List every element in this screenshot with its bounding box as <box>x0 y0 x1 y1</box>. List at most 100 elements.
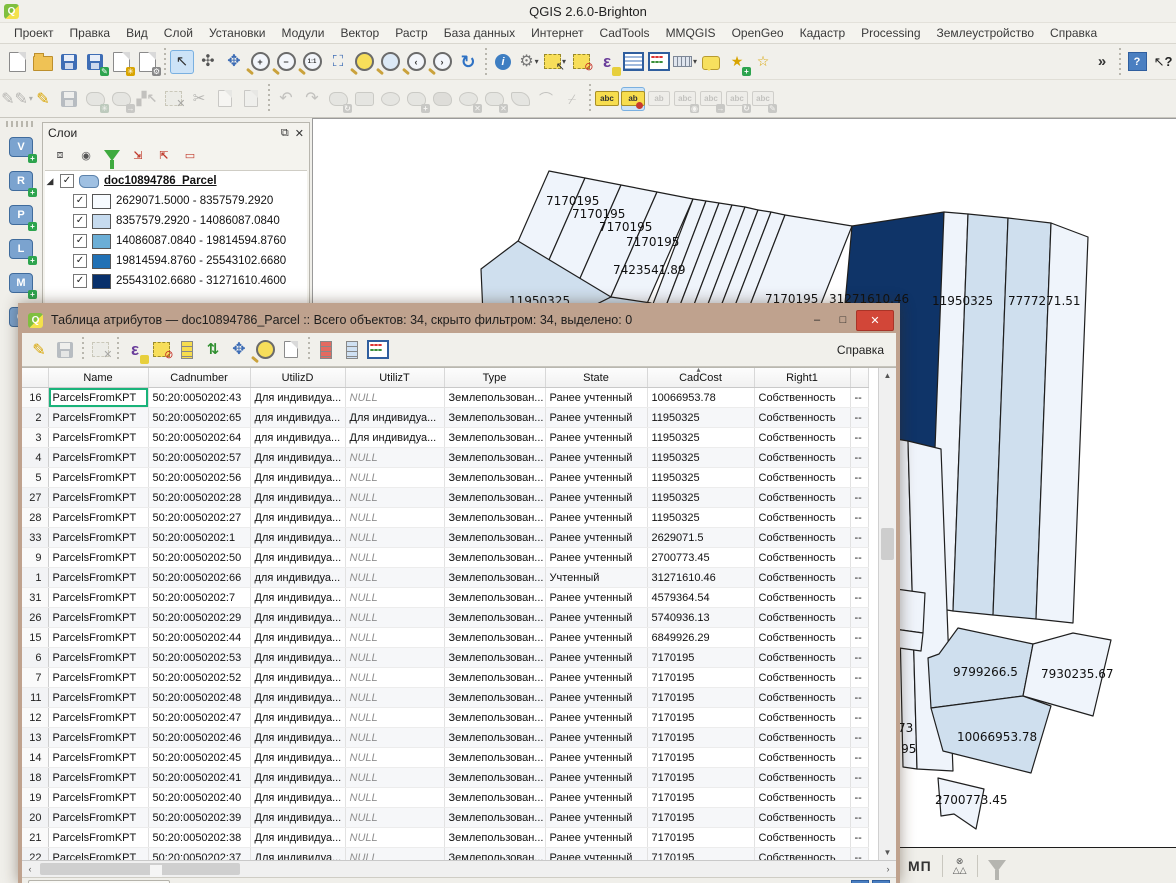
cell-num[interactable]: 2 <box>22 408 48 428</box>
cell-num[interactable]: 12 <box>22 708 48 728</box>
layer-name[interactable]: doc10894786_Parcel <box>104 175 217 187</box>
cell-utilizd[interactable]: Для индивидуа... <box>250 548 345 568</box>
cell-right1[interactable]: Собственность <box>754 508 850 528</box>
cell-type[interactable]: Землепользован... <box>444 448 545 468</box>
cell-state[interactable]: Ранее учтенный <box>545 388 647 408</box>
cell-name[interactable]: ParcelsFromKPT <box>48 668 148 688</box>
legend-class-item[interactable]: ✓25543102.6680 - 31271610.4600 <box>45 271 307 291</box>
cell-right1[interactable]: Собственность <box>754 388 850 408</box>
cell-state[interactable]: Ранее учтенный <box>545 728 647 748</box>
close-panel-icon[interactable]: ✕ <box>295 127 304 140</box>
cell-num[interactable]: 7 <box>22 668 48 688</box>
menu-слой[interactable]: Слой <box>156 24 201 42</box>
table-row[interactable]: 14ParcelsFromKPT50:20:0050202:45Для инди… <box>22 748 868 768</box>
cell-ovf[interactable]: -- <box>850 688 868 708</box>
cell-cad[interactable]: 50:20:0050202:66 <box>148 568 250 588</box>
cell-right1[interactable]: Собственность <box>754 768 850 788</box>
table-row[interactable]: 7ParcelsFromKPT50:20:0050202:52Для индив… <box>22 668 868 688</box>
horizontal-scrollbar[interactable]: ‹ › <box>22 860 896 877</box>
cell-cad[interactable]: 50:20:0050202:40 <box>148 788 250 808</box>
cell-cadcost[interactable]: 11950325 <box>647 448 754 468</box>
cell-state[interactable]: Ранее учтенный <box>545 648 647 668</box>
pin-labels-icon[interactable]: ab <box>621 87 645 111</box>
cell-type[interactable]: Землепользован... <box>444 768 545 788</box>
cell-cadcost[interactable]: 7170195 <box>647 748 754 768</box>
cell-right1[interactable]: Собственность <box>754 728 850 748</box>
copy-rows-icon[interactable] <box>279 338 303 362</box>
column-header-type[interactable]: Type <box>444 368 545 388</box>
cell-ovf[interactable]: -- <box>850 728 868 748</box>
cell-cadcost[interactable]: 6849926.29 <box>647 628 754 648</box>
cell-name[interactable]: ParcelsFromKPT <box>48 508 148 528</box>
cell-state[interactable]: Ранее учтенный <box>545 688 647 708</box>
class-checkbox[interactable]: ✓ <box>73 214 87 228</box>
cell-cadcost[interactable]: 11950325 <box>647 468 754 488</box>
cell-utilizd[interactable]: Для индивидуа... <box>250 508 345 528</box>
menu-справка[interactable]: Справка <box>1042 24 1105 42</box>
cell-cad[interactable]: 50:20:0050202:37 <box>148 848 250 861</box>
cell-utilizd[interactable]: Для индивидуа... <box>250 688 345 708</box>
cell-name[interactable]: ParcelsFromKPT <box>48 488 148 508</box>
cell-state[interactable]: Ранее учтенный <box>545 668 647 688</box>
menu-mmqgis[interactable]: MMQGIS <box>658 24 724 42</box>
zoom-next-icon[interactable]: › <box>430 50 454 74</box>
add-raster-layer-icon[interactable]: R+ <box>7 167 35 195</box>
mp-plugin-button[interactable]: МП <box>908 858 932 874</box>
filter-legend-icon[interactable] <box>103 146 121 164</box>
cell-cadcost[interactable]: 7170195 <box>647 768 754 788</box>
cell-utilizt[interactable]: NULL <box>345 708 444 728</box>
cell-num[interactable]: 1 <box>22 568 48 588</box>
cell-name[interactable]: ParcelsFromKPT <box>48 768 148 788</box>
cell-cad[interactable]: 50:20:0050202:41 <box>148 768 250 788</box>
table-row[interactable]: 16ParcelsFromKPT50:20:0050202:43Для инди… <box>22 388 868 408</box>
table-row[interactable]: 33ParcelsFromKPT50:20:0050202:1Для индив… <box>22 528 868 548</box>
cell-right1[interactable]: Собственность <box>754 848 850 861</box>
cell-ovf[interactable]: -- <box>850 568 868 588</box>
cell-right1[interactable]: Собственность <box>754 588 850 608</box>
cell-state[interactable]: Ранее учтенный <box>545 508 647 528</box>
select-features-icon[interactable]: ↖ <box>543 50 567 74</box>
cell-name[interactable]: ParcelsFromKPT <box>48 528 148 548</box>
cell-num[interactable]: 20 <box>22 808 48 828</box>
cell-cadcost[interactable]: 7170195 <box>647 828 754 848</box>
cell-name[interactable]: ParcelsFromKPT <box>48 408 148 428</box>
cell-utilizt[interactable]: NULL <box>345 848 444 861</box>
cell-name[interactable]: ParcelsFromKPT <box>48 688 148 708</box>
table-row[interactable]: 1ParcelsFromKPT50:20:0050202:66для индив… <box>22 568 868 588</box>
cell-ovf[interactable]: -- <box>850 668 868 688</box>
cell-num[interactable]: 9 <box>22 548 48 568</box>
cell-type[interactable]: Землепользован... <box>444 728 545 748</box>
cell-utilizd[interactable]: для индивидуа... <box>250 568 345 588</box>
cell-cad[interactable]: 50:20:0050202:1 <box>148 528 250 548</box>
new-composer-icon[interactable]: ✳ <box>109 50 133 74</box>
cell-utilizd[interactable]: Для индивидуа... <box>250 848 345 861</box>
cell-name[interactable]: ParcelsFromKPT <box>48 748 148 768</box>
cell-type[interactable]: Землепользован... <box>444 588 545 608</box>
cell-cad[interactable]: 50:20:0050202:29 <box>148 608 250 628</box>
cell-ovf[interactable]: -- <box>850 388 868 408</box>
table-row[interactable]: 20ParcelsFromKPT50:20:0050202:39Для инди… <box>22 808 868 828</box>
cell-right1[interactable]: Собственность <box>754 608 850 628</box>
layer-item[interactable]: ◢✓doc10894786_Parcel <box>45 171 307 191</box>
column-header-right1[interactable]: Right1 <box>754 368 850 388</box>
cell-num[interactable]: 19 <box>22 788 48 808</box>
cell-cadcost[interactable]: 7170195 <box>647 668 754 688</box>
cell-cad[interactable]: 50:20:0050202:45 <box>148 748 250 768</box>
menu-кадастр[interactable]: Кадастр <box>792 24 854 42</box>
column-header-utilizd[interactable]: UtilizD <box>250 368 345 388</box>
cell-num[interactable]: 28 <box>22 508 48 528</box>
legend-class-item[interactable]: ✓8357579.2920 - 14086087.0840 <box>45 211 307 231</box>
cell-right1[interactable]: Собственность <box>754 828 850 848</box>
toggle-editing-icon[interactable]: ✎ <box>31 87 55 111</box>
cell-utilizd[interactable]: Для индивидуа... <box>250 588 345 608</box>
cell-state[interactable]: Ранее учтенный <box>545 768 647 788</box>
cell-num[interactable]: 18 <box>22 768 48 788</box>
column-header-state[interactable]: State <box>545 368 647 388</box>
cell-num[interactable]: 4 <box>22 448 48 468</box>
cell-name[interactable]: ParcelsFromKPT <box>48 568 148 588</box>
column-header-name[interactable]: Name <box>48 368 148 388</box>
table-row[interactable]: 28ParcelsFromKPT50:20:0050202:27Для инди… <box>22 508 868 528</box>
add-vector-layer-icon[interactable]: V+ <box>7 133 35 161</box>
touch-zoom-icon[interactable]: ↖ <box>170 50 194 74</box>
cell-right1[interactable]: Собственность <box>754 408 850 428</box>
